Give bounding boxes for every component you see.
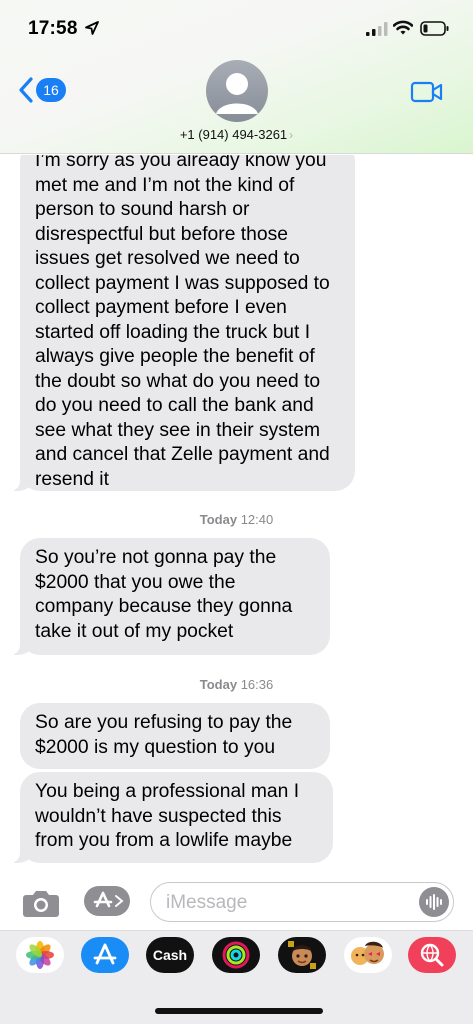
battery-icon <box>420 21 449 36</box>
timestamp-time: 12:40 <box>240 512 274 527</box>
web-search-icon <box>420 943 444 967</box>
message-input[interactable]: iMessage <box>150 882 454 922</box>
timestamp-time: 16:36 <box>240 677 274 692</box>
timestamp-day: Today <box>199 512 238 527</box>
photos-app-button[interactable] <box>16 937 64 973</box>
back-button[interactable]: 16 <box>18 76 66 104</box>
app-store-icon <box>84 886 130 916</box>
animoji-button[interactable] <box>344 937 392 973</box>
apps-button[interactable] <box>84 886 130 921</box>
timestamp-day: Today <box>199 677 238 692</box>
wifi-icon <box>393 20 413 35</box>
message-bubble-received[interactable]: So you’re not gonna pay the $2000 that y… <box>10 538 330 655</box>
video-camera-icon <box>410 81 443 103</box>
message-text: I’m sorry as you already know you met me… <box>35 155 330 490</box>
animoji-icon <box>351 941 384 965</box>
memoji-button[interactable] <box>278 937 326 973</box>
app-store-icon <box>93 943 117 965</box>
chevron-left-icon <box>19 77 33 103</box>
contact-number: +1 (914) 494-3261 <box>179 127 288 142</box>
app-store-button[interactable] <box>81 937 129 973</box>
message-text: You being a professional man I wouldn’t … <box>35 781 300 851</box>
status-bar: 17:58 <box>0 0 473 56</box>
cellular-signal-icon <box>366 22 388 36</box>
avatar[interactable] <box>206 60 268 122</box>
contact-name[interactable]: +1 (914) 494-3261 › <box>0 127 473 142</box>
activity-rings-icon <box>222 941 250 969</box>
apple-cash-icon: Cash <box>152 947 188 963</box>
message-bubble-received[interactable]: You being a professional man I wouldn’t … <box>10 772 333 863</box>
location-arrow-icon <box>85 21 99 35</box>
web-search-button[interactable] <box>408 937 456 973</box>
message-text: So you’re not gonna pay the $2000 that y… <box>35 547 293 642</box>
photos-icon <box>26 941 54 969</box>
dictation-button[interactable] <box>419 887 449 917</box>
facetime-video-button[interactable] <box>410 80 444 109</box>
message-bubble-received[interactable]: So are you refusing to pay the $2000 is … <box>20 703 330 769</box>
camera-icon <box>23 891 59 917</box>
audio-waveform-icon <box>426 894 442 910</box>
message-text: So are you refusing to pay the $2000 is … <box>35 712 293 758</box>
unread-count-badge: 16 <box>36 78 66 102</box>
message-bubble-received[interactable]: I’m sorry as you already know you met me… <box>10 155 355 491</box>
apple-cash-button[interactable]: Cash <box>146 937 194 973</box>
timestamp: Today 16:36 <box>0 677 473 692</box>
person-icon <box>216 73 258 114</box>
imessage-app-drawer: Cash <box>0 930 473 1024</box>
memoji-icon <box>288 941 316 969</box>
home-indicator[interactable] <box>155 1008 323 1014</box>
status-time: 17:58 <box>28 18 78 39</box>
timestamp: Today 12:40 <box>0 512 473 527</box>
message-placeholder: iMessage <box>166 892 248 913</box>
message-thread[interactable]: I’m sorry as you already know you met me… <box>0 155 473 868</box>
compose-bar: iMessage <box>0 870 473 930</box>
activity-button[interactable] <box>212 937 260 973</box>
chevron-right-icon: › <box>289 128 294 142</box>
camera-button[interactable] <box>22 888 60 923</box>
